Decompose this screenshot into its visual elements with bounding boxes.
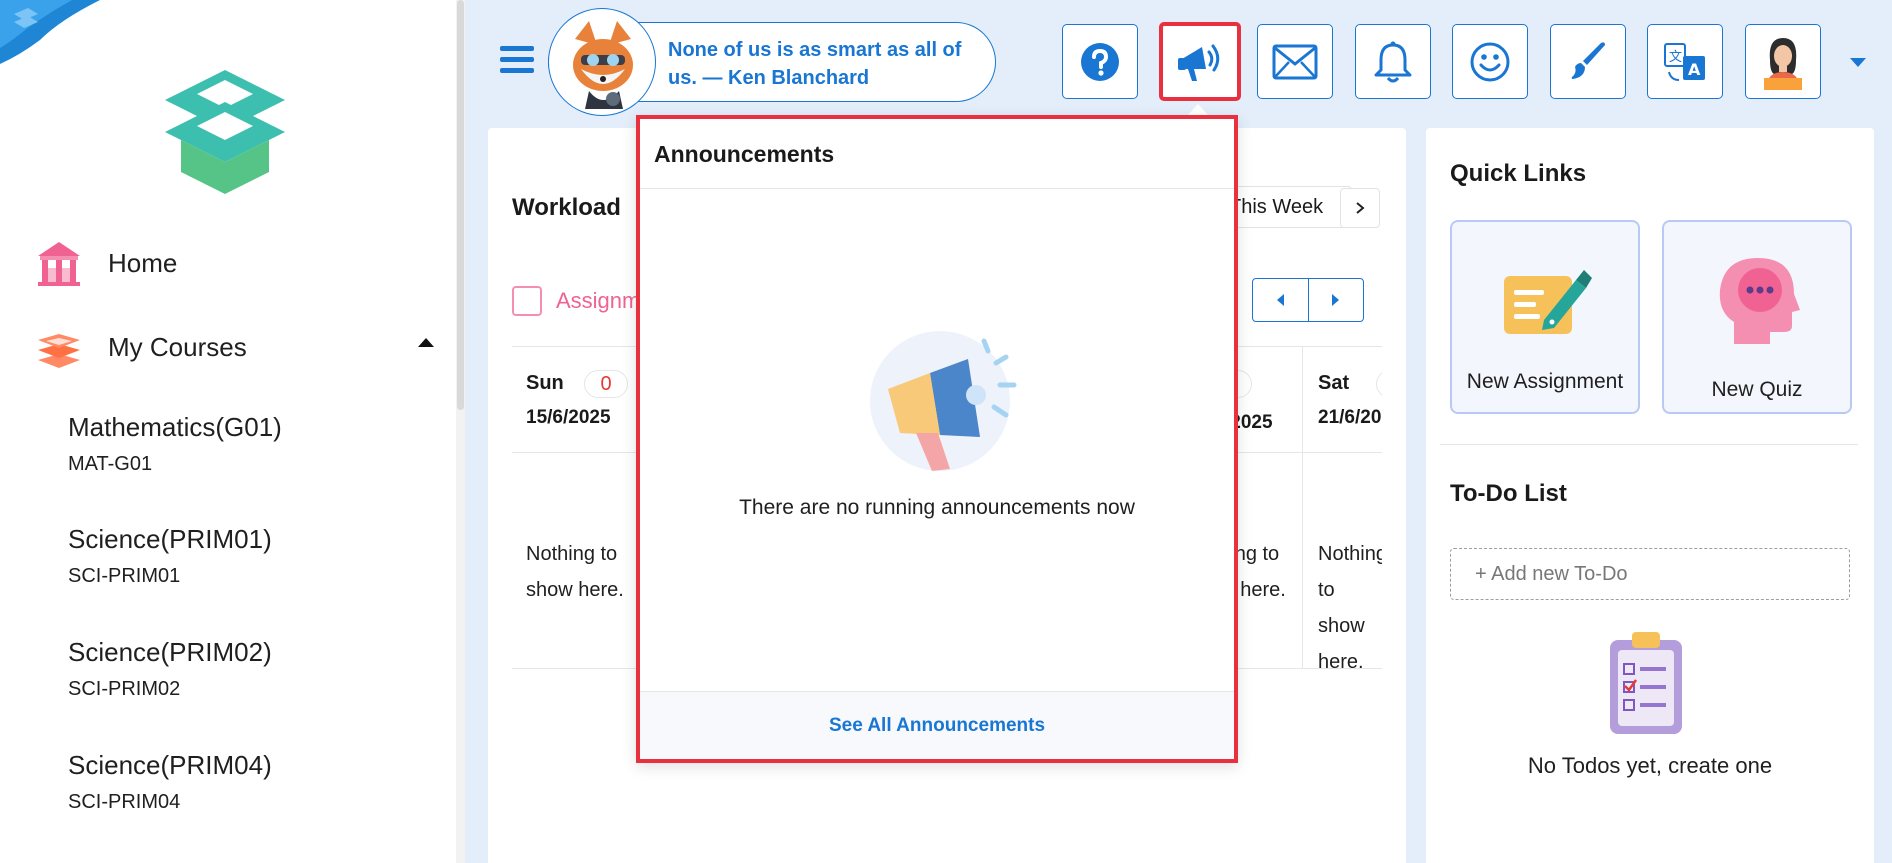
caret-left-icon (1276, 294, 1284, 306)
course-name: Science(PRIM02) (68, 637, 272, 667)
messages-button[interactable] (1257, 24, 1333, 99)
dropdown-arrow (1188, 104, 1208, 115)
sidebar-item-home[interactable]: Home (34, 238, 177, 288)
megaphone-illustration-icon (870, 331, 1017, 471)
mascot-avatar[interactable] (548, 8, 656, 116)
translate-icon: 文 A (1664, 42, 1705, 81)
fox-mascot-icon (573, 21, 633, 109)
scrollbar-thumb[interactable] (457, 0, 464, 410)
megaphone-icon (1178, 44, 1220, 81)
day-column: Sun 0 15/6/2025 (526, 370, 646, 429)
sidebar-scrollbar[interactable] (456, 0, 465, 863)
day-name: Sat (1318, 372, 1350, 394)
chevron-right-icon (1356, 202, 1365, 214)
announcements-header: Announcements (640, 119, 1234, 189)
course-name: Mathematics(G01) (68, 412, 282, 442)
quote-text: None of us is as smart as all of us. — K… (668, 39, 962, 89)
profile-button[interactable] (1745, 24, 1821, 99)
sidebar-course-item[interactable]: Mathematics(G01) MAT-G01 (68, 412, 282, 476)
day-empty-message: Nothing to show here. (1318, 543, 1382, 673)
day-empty-message: Nothing to show here. (526, 543, 624, 601)
quick-link-label: New Assignment (1466, 370, 1624, 393)
menu-toggle-button[interactable] (500, 46, 534, 74)
course-name: Science(PRIM01) (68, 524, 272, 554)
course-name: Science(PRIM04) (68, 750, 272, 780)
help-icon (1081, 42, 1119, 81)
sidebar-item-label: Home (108, 247, 178, 278)
assignments-filter-checkbox[interactable] (512, 286, 542, 316)
sidebar: Home My Courses Mathematics(G01) MAT-G01… (0, 0, 465, 863)
see-all-announcements-link[interactable]: See All Announcements (829, 715, 1045, 737)
next-week-button[interactable] (1340, 188, 1380, 228)
language-button[interactable]: 文 A (1647, 24, 1723, 99)
quick-link-label: New Quiz (1711, 378, 1803, 401)
theme-button[interactable] (1550, 24, 1626, 99)
school-logo (165, 70, 285, 194)
mood-button[interactable] (1452, 24, 1528, 99)
grid-divider (1302, 346, 1303, 668)
day-name: Sun (526, 372, 564, 394)
school-building-icon (34, 238, 84, 288)
collapse-caret-icon[interactable] (418, 338, 434, 347)
sidebar-course-item[interactable]: Science(PRIM01) SCI-PRIM01 (68, 524, 272, 588)
assignment-pen-icon (1504, 270, 1592, 334)
prev-page-button[interactable] (1253, 279, 1309, 321)
announcements-dropdown: Announcements There are no running annou… (636, 115, 1238, 763)
stacked-books-icon (34, 322, 84, 372)
sidebar-course-item[interactable]: Science(PRIM02) SCI-PRIM02 (68, 637, 272, 701)
help-button[interactable] (1062, 24, 1138, 99)
sidebar-item-my-courses[interactable]: My Courses (34, 322, 434, 372)
new-todo-input[interactable] (1450, 548, 1850, 600)
todo-title: To-Do List (1450, 480, 1567, 507)
day-count-badge: 0 (1376, 372, 1382, 398)
hamburger-icon (500, 46, 534, 51)
day-count-badge: 0 (584, 370, 628, 398)
announcements-footer: See All Announcements (640, 691, 1234, 759)
svg-text:A: A (1688, 60, 1701, 79)
workload-title: Workload (512, 194, 621, 221)
clipboard-checklist-icon (1610, 632, 1682, 734)
notifications-button[interactable] (1355, 24, 1431, 99)
bell-icon (1374, 41, 1412, 82)
caret-right-icon (1332, 294, 1340, 306)
right-panel: Quick Links New Assignment New Quiz To-D… (1426, 128, 1874, 863)
course-code: SCI-PRIM04 (68, 791, 181, 813)
course-code: SCI-PRIM01 (68, 565, 181, 587)
quick-links-title: Quick Links (1450, 160, 1587, 187)
sidebar-item-label: My Courses (108, 331, 247, 362)
svg-text:文: 文 (1669, 50, 1682, 65)
announcements-title: Announcements (654, 141, 835, 167)
profile-dropdown-caret-icon[interactable] (1850, 58, 1866, 67)
section-divider (1440, 444, 1858, 445)
next-page-button[interactable] (1309, 279, 1364, 321)
profile-avatar (1764, 37, 1802, 90)
workload-pager (1252, 278, 1364, 322)
quiz-head-icon (1719, 258, 1800, 344)
new-quiz-link[interactable]: New Quiz (1662, 220, 1852, 414)
day-date: 21/6/2025 (1318, 407, 1382, 428)
announcements-empty-message: There are no running announcements now (739, 496, 1135, 519)
corner-ribbon-icon (0, 0, 100, 64)
smiley-icon (1470, 42, 1510, 81)
sidebar-course-item[interactable]: Science(PRIM04) SCI-PRIM04 (68, 750, 272, 814)
day-column: Sat 0 21/6/2025 (1318, 372, 1382, 462)
course-code: SCI-PRIM02 (68, 678, 181, 700)
announcements-button[interactable] (1159, 22, 1241, 101)
day-date: 15/6/2025 (526, 407, 611, 428)
todo-empty-message: No Todos yet, create one (1527, 753, 1773, 778)
course-code: MAT-G01 (68, 453, 153, 475)
paintbrush-icon (1571, 41, 1605, 79)
new-assignment-link[interactable]: New Assignment (1450, 220, 1640, 414)
mail-icon (1272, 44, 1318, 79)
